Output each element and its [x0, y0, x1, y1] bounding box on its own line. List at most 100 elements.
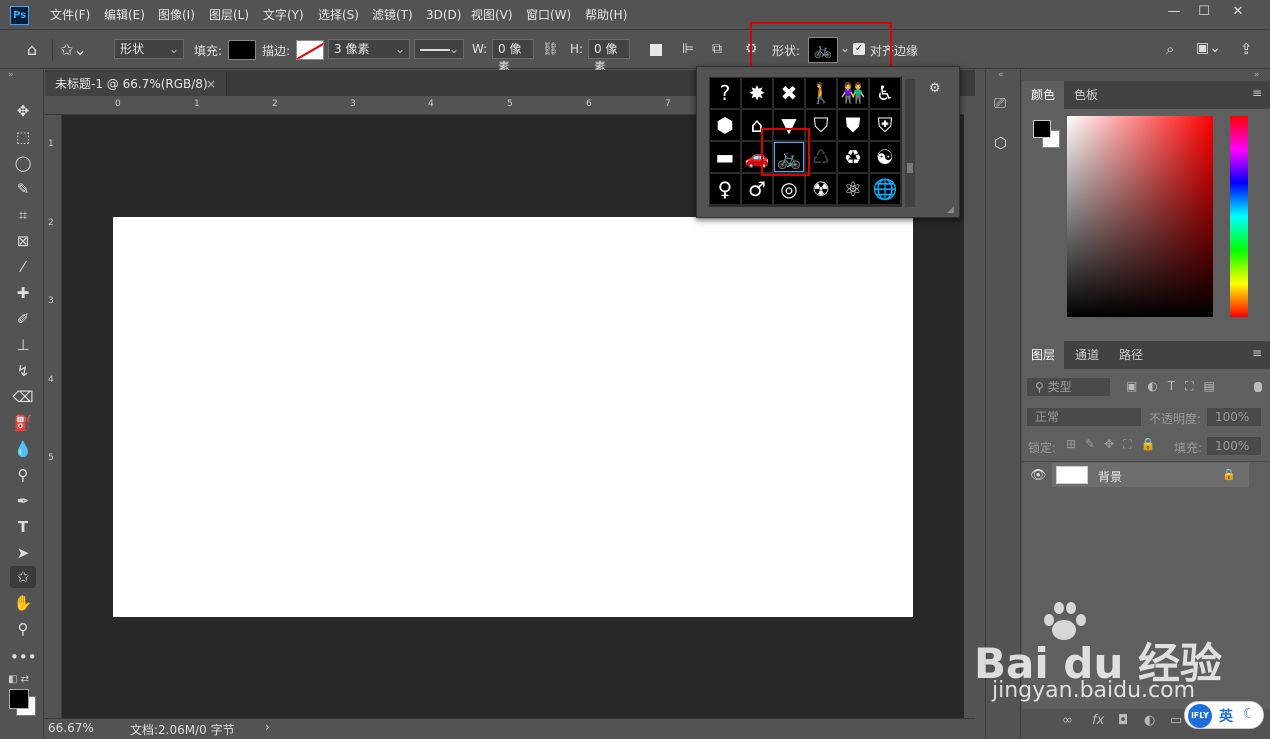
path-select-tool-icon[interactable]: ➤ — [10, 542, 36, 564]
lock-icon[interactable]: 🔒 — [1222, 468, 1236, 481]
shape-shield-icon[interactable]: ⛉ — [806, 110, 836, 140]
document-tab[interactable]: 未标题-1 @ 66.7%(RGB/8) × — [45, 72, 227, 96]
shape-burst-icon[interactable]: ✸ — [742, 78, 772, 108]
shape-radioactive-icon[interactable]: ☢ — [806, 174, 836, 204]
chevron-down-icon[interactable]: ⌄ — [840, 41, 850, 55]
custom-shape-tool-icon[interactable]: ✩⌄ — [60, 39, 100, 61]
width-input[interactable]: 0 像素 — [492, 39, 534, 74]
link-icon[interactable]: ⛓ — [542, 42, 559, 57]
menu-edit[interactable]: 编辑(E) — [104, 0, 145, 30]
shape-yinyang-icon[interactable]: ☯ — [870, 142, 900, 172]
history-panel-icon[interactable]: ⎚ — [994, 94, 1006, 112]
search-icon[interactable]: ⌕ — [1166, 40, 1174, 58]
quick-select-tool-icon[interactable]: ✎ — [10, 178, 36, 200]
shape-shield3-icon[interactable]: ⛨ — [870, 110, 900, 140]
mask-icon[interactable]: ◘ — [1118, 713, 1128, 728]
stroke-type-select[interactable]: ⌄ — [414, 39, 464, 59]
shape-truck-icon[interactable]: 🚗 — [742, 142, 772, 172]
layer-filter-select[interactable]: ⚲ 类型 — [1026, 377, 1111, 397]
zoom-level[interactable]: 66.67% — [48, 721, 94, 735]
layer-filter-icons[interactable]: ▣◐T⛶▤ — [1126, 379, 1225, 394]
menu-view[interactable]: 视图(V) — [471, 0, 513, 30]
move-tool-icon[interactable]: ✥ — [10, 100, 36, 122]
tab-layers[interactable]: 图层 — [1022, 341, 1064, 369]
align-edges-checkbox[interactable]: ✓ — [853, 43, 865, 55]
shape-recycle-outline-icon[interactable]: ♺ — [806, 142, 836, 172]
history-brush-tool-icon[interactable]: ↯ — [10, 360, 36, 382]
maximize-button[interactable]: ☐ — [1190, 2, 1218, 22]
hue-slider[interactable] — [1230, 116, 1248, 317]
stroke-width-select[interactable]: 3 像素 ⌄ — [328, 39, 410, 59]
eraser-tool-icon[interactable]: ⌫ — [10, 386, 36, 408]
layer-name[interactable]: 背景 — [1098, 468, 1122, 485]
custom-shape-tool-icon[interactable]: ✩ — [10, 566, 36, 588]
gear-icon[interactable]: ⚙ — [745, 41, 758, 57]
shape-grid-scrollbar[interactable] — [905, 79, 915, 207]
menu-3d[interactable]: 3D(D) — [426, 0, 461, 30]
share-icon[interactable]: ⇪ — [1240, 40, 1253, 58]
menu-window[interactable]: 窗口(W) — [526, 0, 571, 30]
shape-pedestrian-icon[interactable]: 🚶 — [806, 78, 836, 108]
group-icon[interactable]: ▭ — [1170, 713, 1182, 728]
fill-input[interactable]: 100% — [1206, 436, 1262, 456]
shape-shield2-icon[interactable]: ⛊ — [838, 110, 868, 140]
status-menu-arrow[interactable]: › — [265, 720, 270, 734]
path-arrangement-icon[interactable]: ⧉ — [712, 41, 722, 57]
blend-mode-select[interactable]: 正常 — [1026, 407, 1142, 427]
foreground-color-swatch[interactable] — [9, 689, 29, 709]
fill-swatch[interactable] — [228, 40, 256, 60]
tab-paths[interactable]: 路径 — [1110, 341, 1152, 369]
tab-color[interactable]: 颜色 — [1022, 81, 1064, 109]
clone-stamp-tool-icon[interactable]: ⊥ — [10, 334, 36, 356]
panel-menu-icon[interactable]: ≡ — [1252, 346, 1262, 360]
lock-icons[interactable]: ⊞✎✥⛶🔒 — [1066, 437, 1165, 452]
shape-wheelchair-icon[interactable]: ♿ — [870, 78, 900, 108]
3d-panel-icon[interactable]: ⬡ — [994, 134, 1007, 152]
home-icon[interactable]: ⌂ — [20, 39, 44, 61]
height-input[interactable]: 0 像素 — [588, 39, 630, 74]
shape-yield-icon[interactable]: ▼ — [774, 110, 804, 140]
resize-handle-icon[interactable]: ◢ — [947, 205, 954, 215]
collapse-arrows-icon[interactable]: » — [1254, 70, 1260, 80]
vertical-scrollbar[interactable] — [964, 115, 975, 718]
hand-tool-icon[interactable]: ✋ — [10, 592, 36, 614]
blur-tool-icon[interactable]: 💧 — [10, 438, 36, 460]
shape-male-icon[interactable]: ♂ — [742, 174, 772, 204]
opacity-input[interactable]: 100% — [1206, 407, 1262, 427]
stroke-swatch[interactable] — [296, 40, 324, 60]
shape-target-icon[interactable]: ◎ — [774, 174, 804, 204]
brush-tool-icon[interactable]: ✐ — [10, 308, 36, 330]
paint-bucket-tool-icon[interactable]: ⛽ — [10, 412, 36, 434]
zoom-tool-icon[interactable]: ⚲ — [10, 618, 36, 640]
path-operations-icon[interactable] — [650, 44, 662, 56]
frame-tool-icon[interactable]: ⊠ — [10, 230, 36, 252]
lasso-tool-icon[interactable]: ◯ — [10, 152, 36, 174]
mode-select[interactable]: 形状 ⌄ — [114, 39, 184, 59]
ime-indicator[interactable]: iFLY 英 ☾ — [1184, 701, 1264, 729]
close-tab-icon[interactable]: × — [206, 72, 216, 96]
menu-filter[interactable]: 滤镜(T) — [372, 0, 413, 30]
shape-atom-icon[interactable]: ⚛ — [838, 174, 868, 204]
workspace-icon[interactable]: ▣⌄ — [1196, 40, 1221, 56]
crop-tool-icon[interactable]: ⌗ — [10, 204, 36, 226]
path-alignment-icon[interactable]: ⊫ — [682, 41, 694, 57]
type-tool-icon[interactable]: T — [10, 516, 36, 538]
menu-image[interactable]: 图像(I) — [158, 0, 195, 30]
shape-car-icon[interactable]: ▬ — [710, 142, 740, 172]
marquee-tool-icon[interactable]: ⬚ — [10, 126, 36, 148]
default-colors-icon[interactable]: ◧ ⇄ — [8, 674, 29, 685]
collapse-arrows-icon[interactable]: « — [998, 70, 1004, 80]
menu-layer[interactable]: 图层(L) — [209, 0, 249, 30]
adjustment-icon[interactable]: ◐ — [1144, 713, 1155, 728]
menu-file[interactable]: 文件(F) — [50, 0, 90, 30]
document-canvas[interactable] — [113, 217, 913, 617]
dodge-tool-icon[interactable]: ⚲ — [10, 464, 36, 486]
panel-menu-icon[interactable]: ≡ — [1252, 86, 1262, 100]
shape-octagon-icon[interactable]: ⬢ — [710, 110, 740, 140]
menu-select[interactable]: 选择(S) — [318, 0, 359, 30]
menu-type[interactable]: 文字(Y) — [263, 0, 304, 30]
tab-channels[interactable]: 通道 — [1066, 341, 1108, 369]
shape-pentagon-icon[interactable]: ⌂ — [742, 110, 772, 140]
minimize-button[interactable]: — — [1160, 2, 1188, 22]
shape-school-icon[interactable]: 👫 — [838, 78, 868, 108]
